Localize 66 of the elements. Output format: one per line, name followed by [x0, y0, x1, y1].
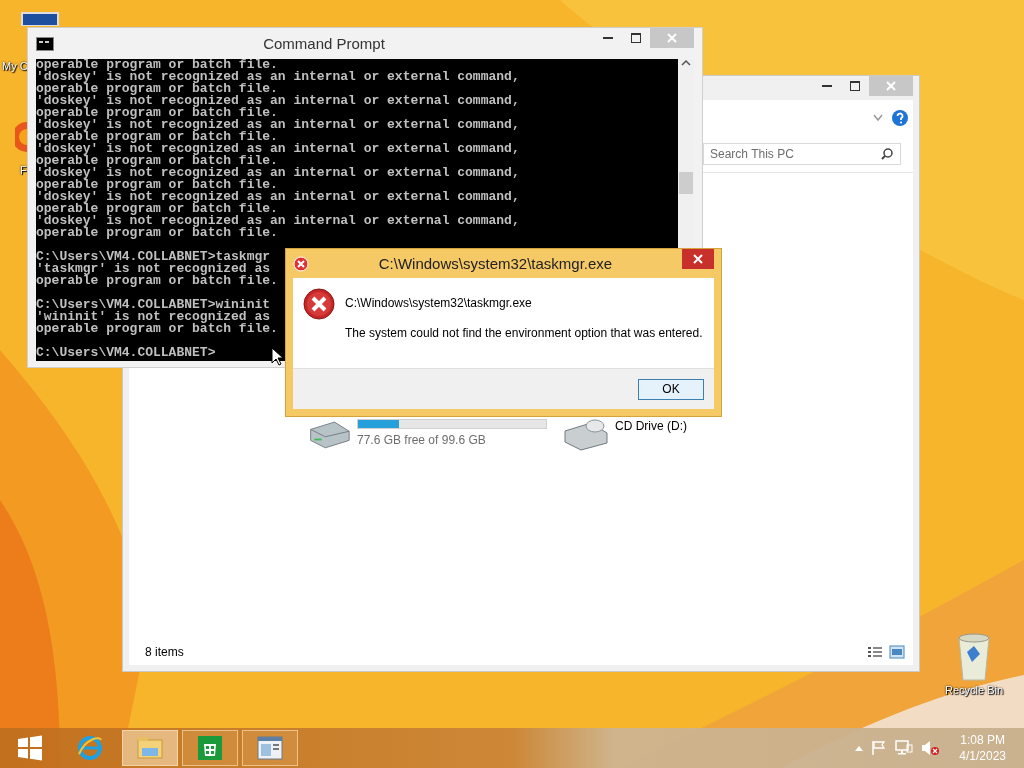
console-line: C:\Users\VM4.COLLABNET>: [36, 347, 216, 359]
console-line: operable program or batch file.: [36, 203, 278, 215]
console-icon[interactable]: [36, 36, 54, 51]
network-icon[interactable]: [895, 740, 914, 756]
console-line: 'wininit' is not recognized as: [36, 311, 271, 323]
icon-label[interactable]: F: [20, 164, 27, 176]
details-view-icon[interactable]: [867, 645, 883, 659]
error-path: C:\Windows\system32\taskmgr.exe: [345, 296, 533, 310]
console-line: operable program or batch file.: [36, 155, 278, 167]
console-line: operable program or batch file.: [36, 107, 278, 119]
icon-label[interactable]: My C: [2, 60, 28, 72]
console-line: 'doskey' is not recognized as an internal or external command,: [36, 119, 520, 131]
help-icon[interactable]: [891, 109, 909, 127]
console-line: 'doskey' is not recognized as an internal or external command,: [36, 95, 520, 107]
taskbar-button[interactable]: [242, 730, 298, 766]
error-icon: [303, 288, 335, 320]
console-line: 'doskey' is not recognized as an internal or external command,: [36, 71, 520, 83]
minimize-icon: [603, 37, 613, 39]
store-icon: [196, 734, 224, 762]
taskbar-button[interactable]: [182, 730, 238, 766]
console-line: 'taskmgr' is not recognized as: [36, 263, 271, 275]
folder-icon: [136, 734, 164, 762]
console-line: operable program or batch file.: [36, 131, 278, 143]
item-count: 8 items: [145, 645, 184, 659]
maximize-icon: [850, 81, 860, 91]
close-icon: [667, 33, 677, 43]
clock-time[interactable]: 1:08 PM: [960, 732, 1005, 748]
free-space-text: 77.6 GB free of 99.6 GB: [357, 433, 487, 447]
speaker-muted-icon[interactable]: [921, 740, 940, 756]
search-field[interactable]: Search This PC: [703, 143, 901, 165]
console-line: 'doskey' is not recognized as an internal or external command,: [36, 143, 520, 155]
ok-button[interactable]: OK: [638, 378, 704, 400]
console-line: 'doskey' is not recognized as an internal or external command,: [36, 191, 520, 203]
console-line: 'doskey' is not recognized as an internal or external command,: [36, 167, 520, 179]
console-line: operable program or batch file.: [36, 179, 278, 191]
close-button[interactable]: [682, 249, 714, 269]
console-line: operable program or batch file.: [36, 227, 278, 239]
minimize-icon: [822, 85, 832, 87]
cd-drive-icon[interactable]: [561, 417, 609, 451]
console-line: 'doskey' is not recognized as an internal or external command,: [36, 215, 520, 227]
close-icon: [886, 81, 896, 91]
clock-date[interactable]: 4/1/2023: [959, 748, 1006, 764]
scroll-thumb[interactable]: [679, 172, 693, 194]
drive-name[interactable]: CD Drive (D:): [615, 419, 687, 433]
console-line: C:\Users\VM4.COLLABNET>wininit: [36, 299, 271, 311]
windows-logo-icon: [16, 734, 44, 762]
console-line: operable program or batch file.: [36, 59, 278, 71]
console-line: operable program or batch file.: [36, 275, 278, 287]
show-hidden-icons-caret-icon[interactable]: [855, 745, 864, 751]
console-line: operable program or batch file.: [36, 323, 278, 335]
close-icon: [693, 254, 703, 264]
window-title: Command Prompt: [262, 35, 386, 52]
console-line: operable program or batch file.: [36, 83, 278, 95]
flag-icon[interactable]: [871, 740, 888, 756]
large-icons-view-icon[interactable]: [889, 645, 905, 659]
window-icon: [256, 734, 284, 762]
browser-icon: [76, 734, 104, 762]
console-line: C:\Users\VM4.COLLABNET>taskmgr: [36, 251, 271, 263]
error-icon: [293, 255, 309, 272]
browser-icon[interactable]: [15, 122, 27, 152]
search-icon[interactable]: [881, 148, 893, 160]
dialog-title: C:\Windows\system32\taskmgr.exe: [377, 255, 614, 272]
chevron-icon[interactable]: [873, 114, 883, 122]
error-message: The system could not find the environment option that was entered.: [345, 326, 703, 340]
maximize-icon: [631, 33, 641, 43]
scroll-up-icon[interactable]: [681, 59, 691, 67]
